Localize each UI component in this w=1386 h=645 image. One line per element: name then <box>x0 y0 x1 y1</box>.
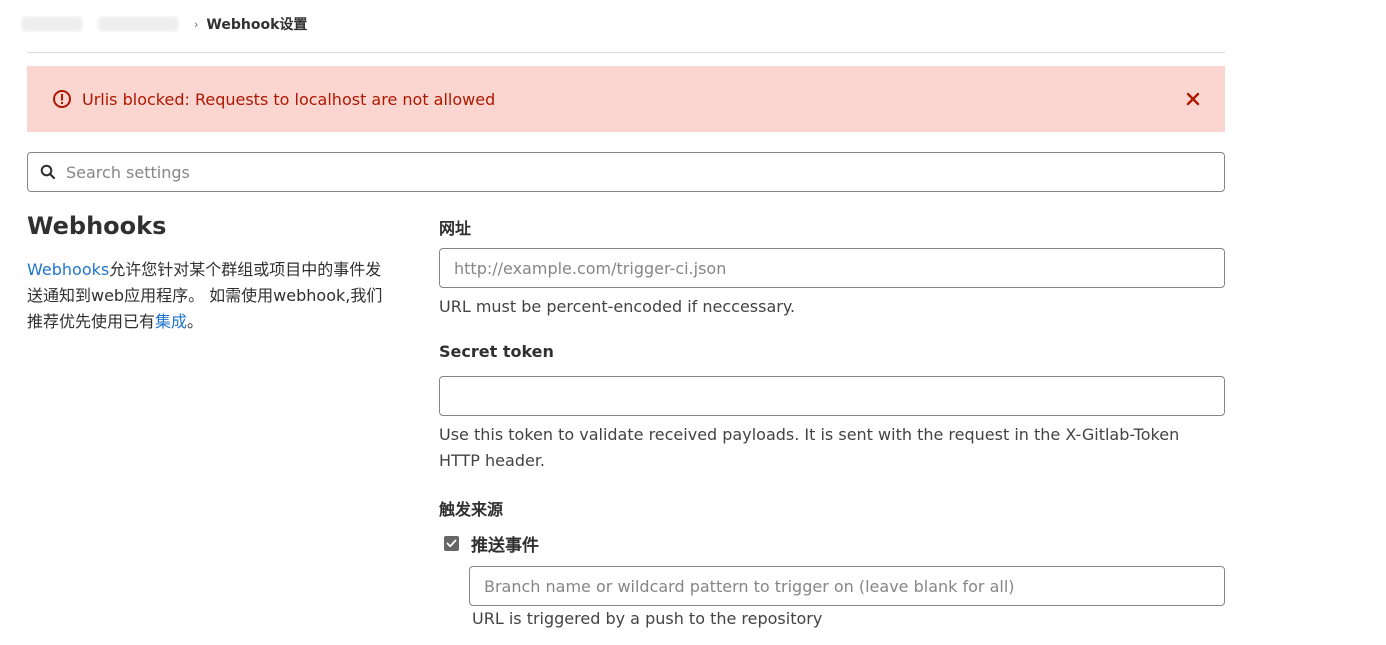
error-alert: Urlis blocked: Requests to localhost are… <box>27 66 1225 132</box>
breadcrumb-current: Webhook设置 <box>206 17 308 33</box>
breadcrumb: › Webhook设置 <box>22 10 307 38</box>
breadcrumb-item-redacted[interactable] <box>22 17 82 31</box>
branch-help-text: URL is triggered by a push to the reposi… <box>472 609 823 628</box>
search-input[interactable] <box>64 161 1168 183</box>
push-events-checkbox-row[interactable]: 推送事件 <box>444 531 539 556</box>
section-description: Webhooks允许您针对某个群组或项目中的事件发送通知到web应用程序。 如需… <box>27 257 397 335</box>
secret-token-label: Secret token <box>439 342 554 361</box>
alert-message: Urlis blocked: Requests to localhost are… <box>82 89 496 109</box>
push-events-checkbox[interactable] <box>444 536 459 551</box>
push-events-label[interactable]: 推送事件 <box>471 531 539 556</box>
url-help-text: URL must be percent-encoded if neccessar… <box>439 297 796 316</box>
url-label: 网址 <box>439 219 472 238</box>
breadcrumb-separator-icon: › <box>194 17 199 31</box>
section-description-end: 。 <box>187 312 204 331</box>
error-circle-icon <box>52 89 72 109</box>
section-title: Webhooks <box>27 212 167 240</box>
url-input[interactable] <box>439 248 1225 288</box>
secret-token-help-text: Use this token to validate received payl… <box>439 425 1180 470</box>
secret-token-input[interactable] <box>439 376 1225 416</box>
search-icon <box>40 164 56 180</box>
close-icon[interactable] <box>1183 89 1203 109</box>
branch-filter-input[interactable] <box>469 566 1225 606</box>
webhooks-doc-link[interactable]: Webhooks <box>27 260 109 279</box>
breadcrumb-divider <box>27 52 1225 53</box>
integrations-link[interactable]: 集成 <box>155 312 187 331</box>
search-settings-box <box>27 152 1225 192</box>
breadcrumb-item-redacted[interactable] <box>98 17 178 31</box>
trigger-label: 触发来源 <box>439 500 504 519</box>
webhook-settings-page: › Webhook设置 Urlis blocked: Requests to l… <box>0 0 1386 645</box>
